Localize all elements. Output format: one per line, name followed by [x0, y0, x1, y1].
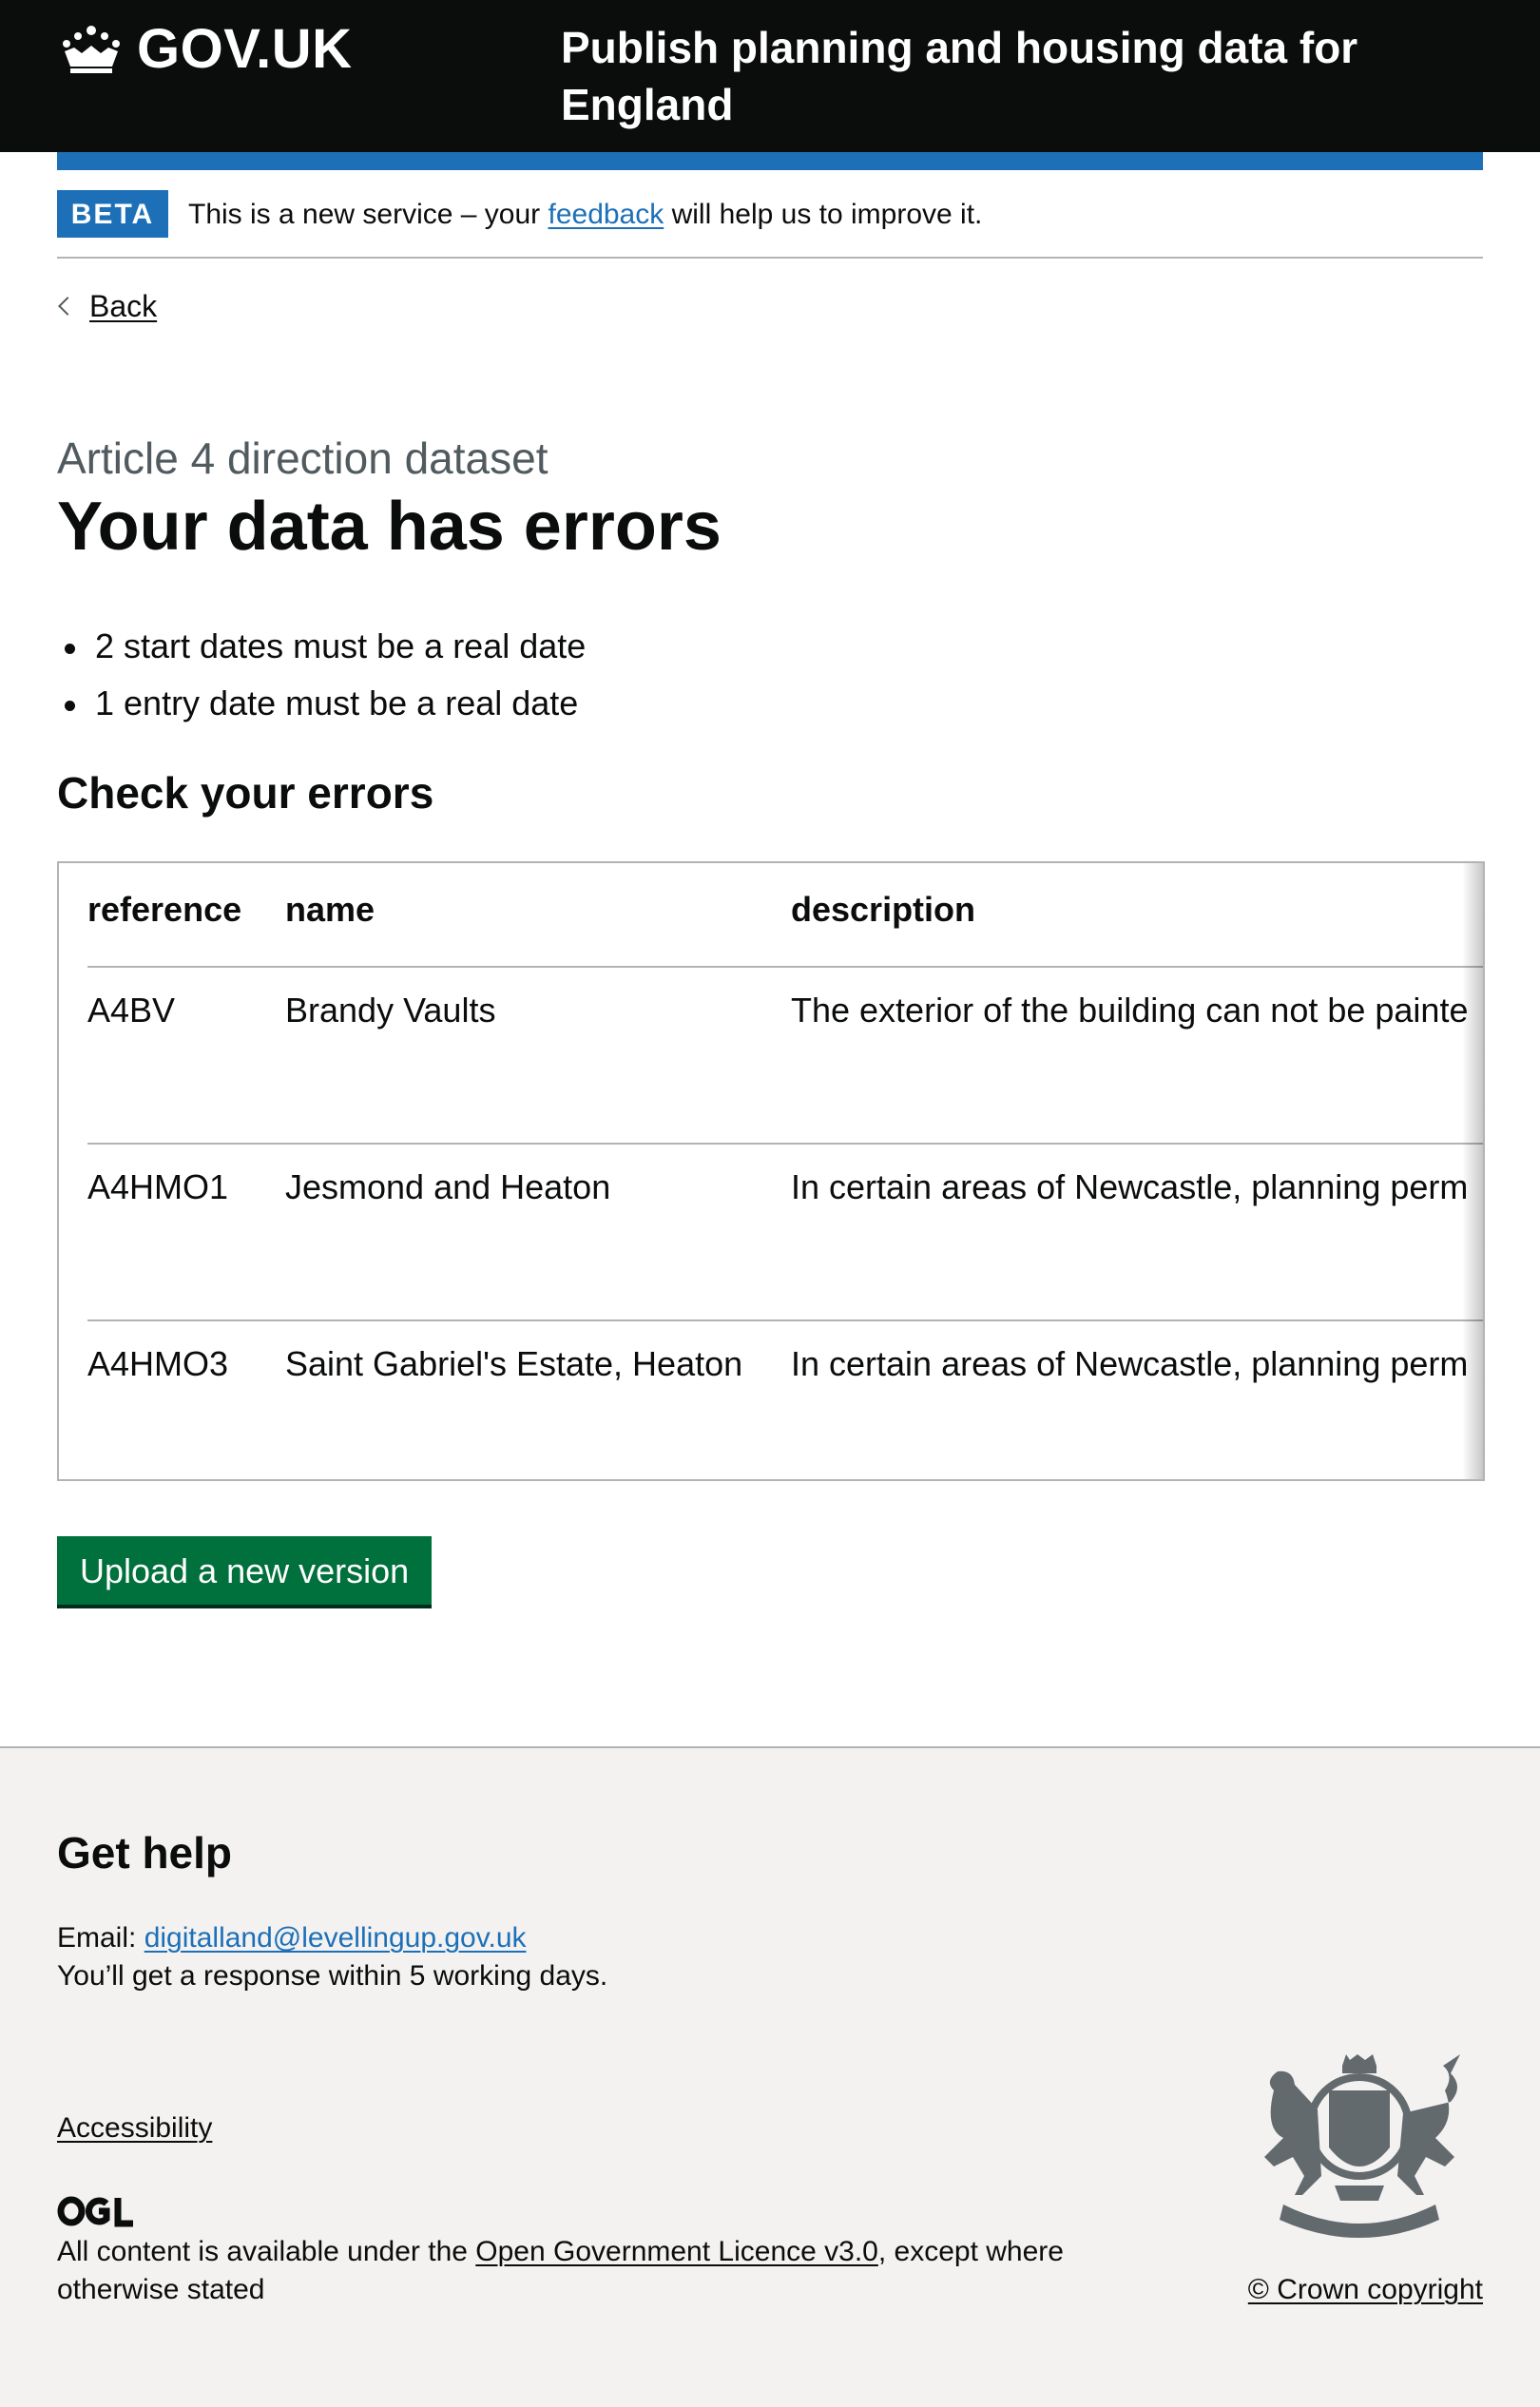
phase-text-before: This is a new service – your	[188, 199, 549, 230]
open-government-licence-link[interactable]: Open Government Licence v3.0	[475, 2236, 878, 2267]
licence-text: All content is available under the Open …	[57, 2233, 1122, 2309]
chevron-left-icon	[58, 297, 77, 316]
cell-name: Brandy Vaults	[285, 967, 791, 1145]
error-summary-list: 2 start dates must be a real date 1 entr…	[57, 618, 586, 732]
phase-banner-text: This is a new service – your feedback wi…	[188, 196, 982, 234]
site-header: GOV.UK Publish planning and housing data…	[0, 0, 1540, 152]
table-row: A4BV Brandy Vaults The exterior of the b…	[87, 967, 1483, 1145]
help-email-line: Email: digitalland@levellingup.gov.uk	[57, 1919, 527, 1957]
table-header-row: reference name description	[87, 880, 1483, 968]
cell-reference: A4BV	[87, 967, 285, 1145]
column-header-description: description	[791, 880, 1483, 968]
cell-name: Jesmond and Heaton	[285, 1144, 791, 1321]
table-scroll-shadow	[1462, 863, 1483, 1479]
feedback-link[interactable]: feedback	[548, 199, 664, 230]
phase-banner: BETA This is a new service – your feedba…	[57, 190, 1483, 259]
email-link[interactable]: digitalland@levellingup.gov.uk	[144, 1922, 527, 1954]
licence-text-before: All content is available under the	[57, 2236, 476, 2267]
crown-copyright-link[interactable]: © Crown copyright	[1248, 2271, 1483, 2309]
email-label: Email:	[57, 1922, 144, 1954]
phase-text-after: will help us to improve it.	[664, 199, 983, 230]
ogl-logo-icon	[57, 2196, 133, 2227]
cell-name: Saint Gabriel's Estate, Heaton	[285, 1320, 791, 1479]
cell-reference: A4HMO3	[87, 1320, 285, 1479]
logo-text: GOV.UK	[137, 18, 353, 80]
get-help-heading: Get help	[57, 1828, 233, 1877]
cell-reference: A4HMO1	[87, 1144, 285, 1321]
back-link[interactable]: Back	[57, 283, 157, 329]
royal-coat-of-arms-icon	[1264, 2054, 1460, 2238]
cell-description: In certain areas of Newcastle, planning …	[791, 1144, 1483, 1321]
column-header-name: name	[285, 880, 791, 968]
error-summary-item: 1 entry date must be a real date	[57, 675, 586, 732]
check-errors-heading: Check your errors	[57, 768, 434, 818]
table-row: A4HMO1 Jesmond and Heaton In certain are…	[87, 1144, 1483, 1321]
errors-table-container[interactable]: reference name description A4BV Brandy V…	[57, 861, 1485, 1481]
back-link-label: Back	[89, 289, 158, 323]
errors-table: reference name description A4BV Brandy V…	[87, 880, 1483, 1479]
cell-description: The exterior of the building can not be …	[791, 967, 1483, 1145]
accessibility-link[interactable]: Accessibility	[57, 2109, 212, 2147]
table-row: A4HMO3 Saint Gabriel's Estate, Heaton In…	[87, 1320, 1483, 1479]
error-summary-item: 2 start dates must be a real date	[57, 618, 586, 675]
cell-description: In certain areas of Newcastle, planning …	[791, 1320, 1483, 1479]
column-header-reference: reference	[87, 880, 285, 968]
beta-tag: BETA	[57, 190, 168, 238]
upload-new-version-button[interactable]: Upload a new version	[57, 1536, 433, 1605]
page-title: Your data has errors	[57, 489, 722, 565]
header-blue-bar	[57, 152, 1483, 170]
service-name-link[interactable]: Publish planning and housing data for En…	[561, 19, 1416, 133]
page-caption: Article 4 direction dataset	[57, 433, 549, 483]
site-footer: Get help Email: digitalland@levellingup.…	[0, 1746, 1540, 2407]
crown-icon	[63, 25, 120, 73]
govuk-logo-link[interactable]: GOV.UK	[57, 17, 352, 81]
response-time-text: You’ll get a response within 5 working d…	[57, 1960, 608, 1992]
